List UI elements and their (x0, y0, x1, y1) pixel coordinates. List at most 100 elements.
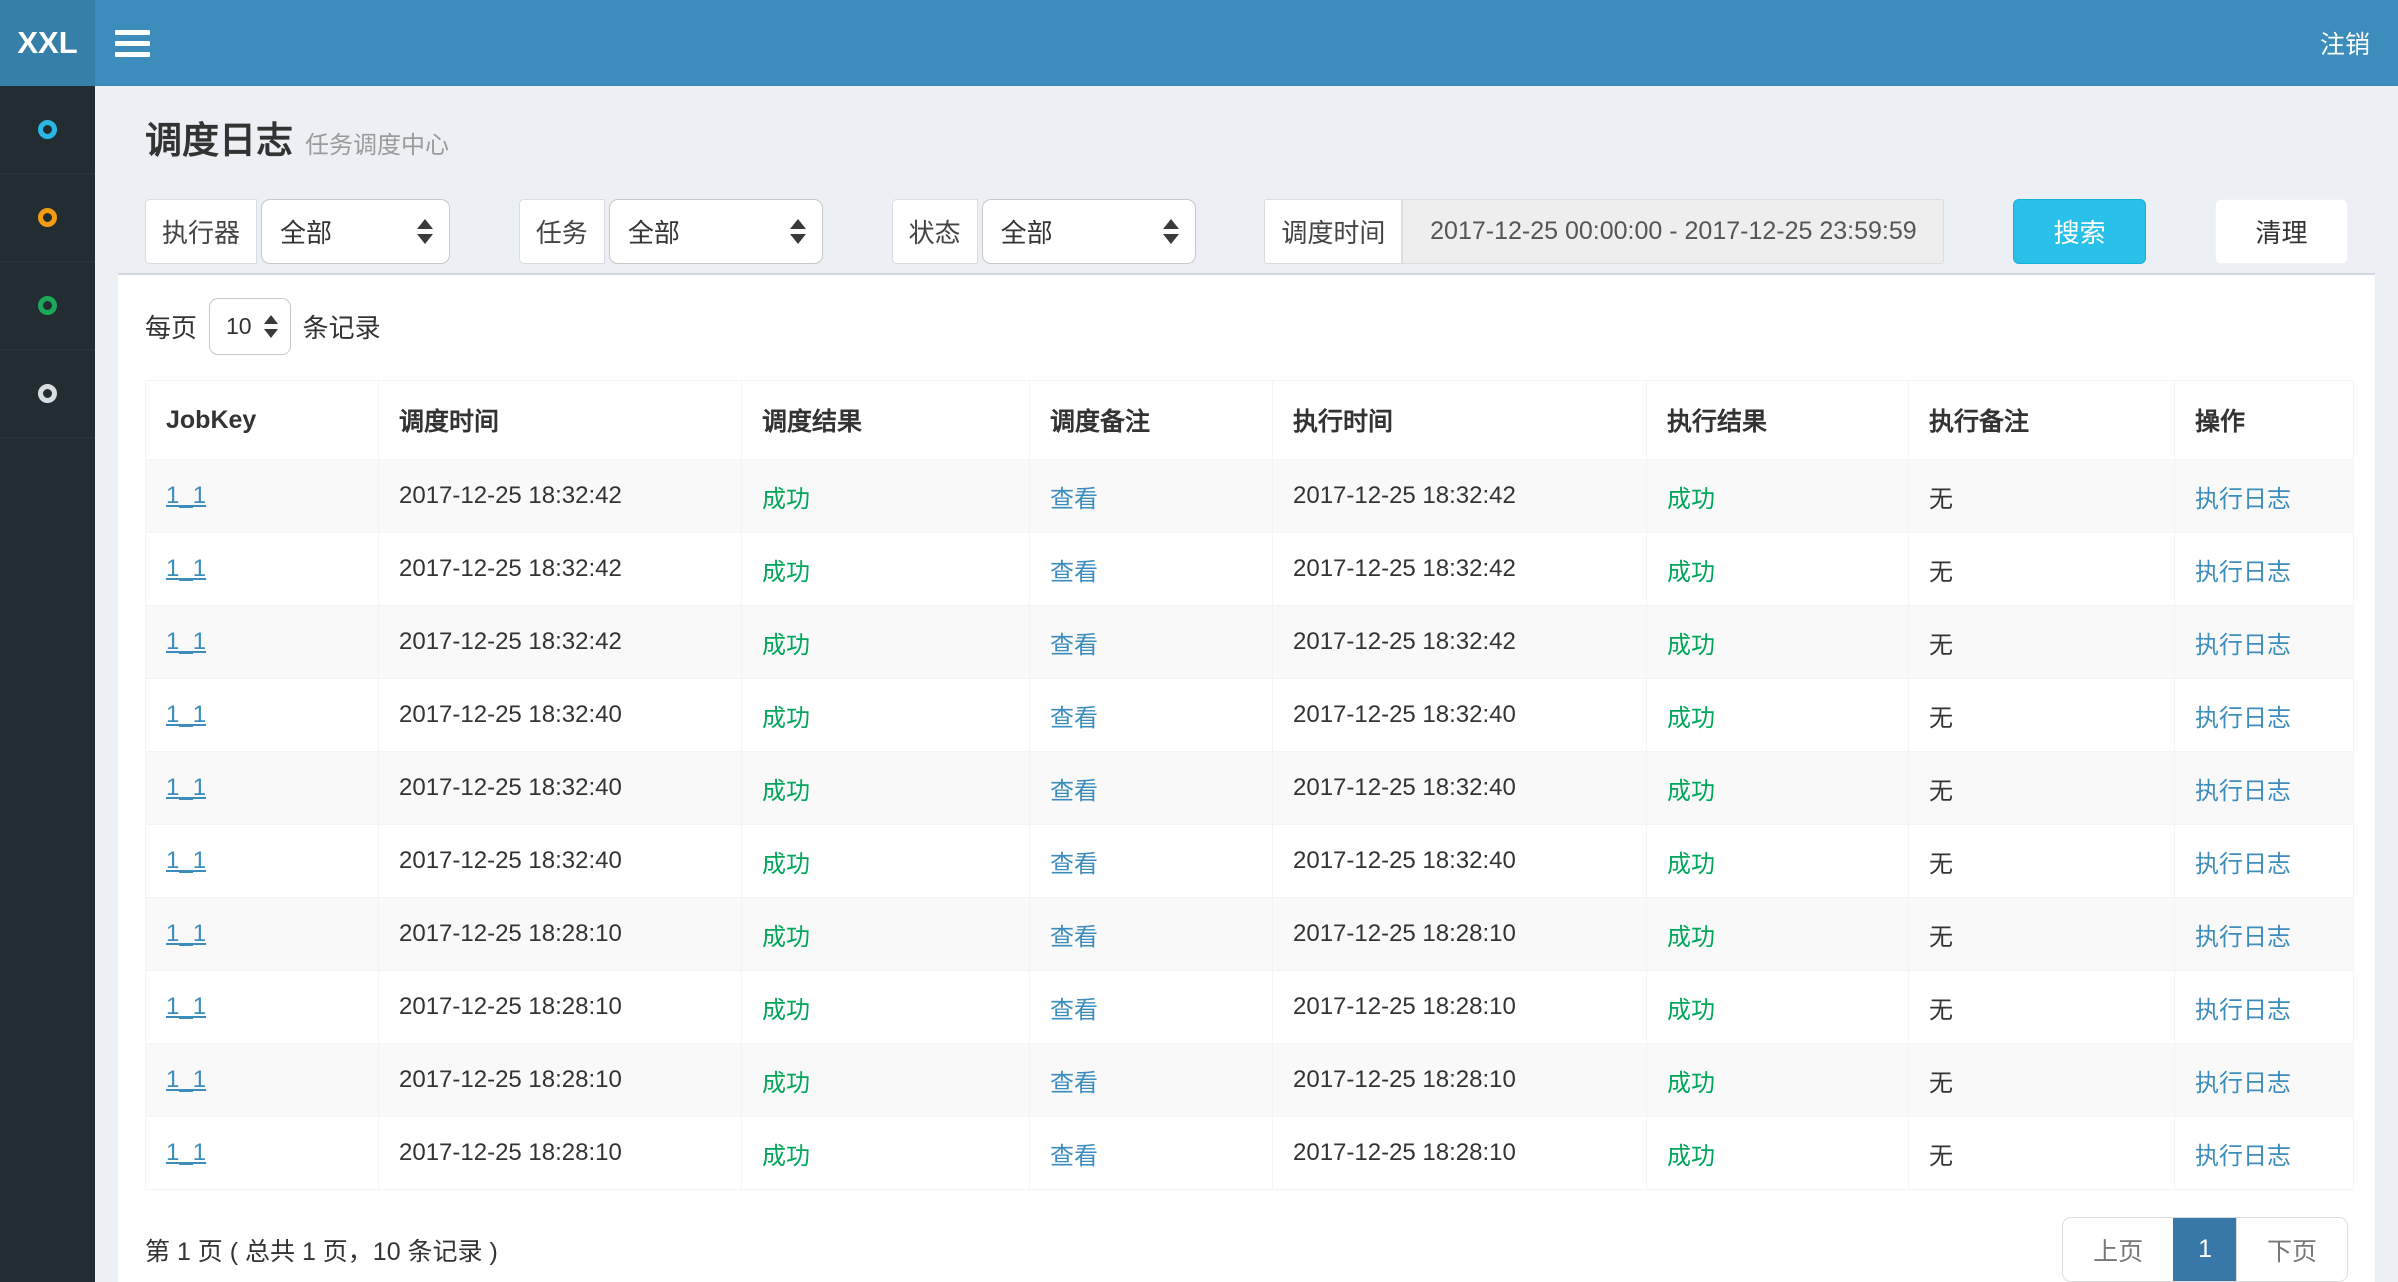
trigger-msg-link[interactable]: 查看 (1050, 1143, 1098, 1170)
handle-result-cell: 成功 (1647, 679, 1909, 752)
handle-result-cell: 成功 (1647, 825, 1909, 898)
status-select[interactable]: 全部 (982, 199, 1196, 264)
jobkey-link[interactable]: 1_1 (166, 847, 206, 874)
search-button[interactable]: 搜索 (2013, 199, 2146, 264)
executor-filter-label: 执行器 (145, 199, 257, 264)
trigger-msg-link[interactable]: 查看 (1050, 632, 1098, 659)
circle-o-icon (38, 384, 57, 403)
jobkey-link[interactable]: 1_1 (166, 701, 206, 728)
trigger-msg-link[interactable]: 查看 (1050, 924, 1098, 951)
exec-log-link[interactable]: 执行日志 (2195, 924, 2291, 951)
page-size-select[interactable]: 10 (209, 298, 291, 355)
menu-toggle-button[interactable] (113, 13, 173, 73)
pagination-summary: 第 1 页 ( 总共 1 页，10 条记录 ) (145, 1232, 498, 1268)
content-area: 调度日志任务调度中心 执行器 全部 任务 全部 状态 (95, 86, 2398, 1282)
jobkey-link[interactable]: 1_1 (166, 555, 206, 582)
col-handle-time: 执行时间 (1273, 381, 1647, 460)
trigger-time-cell: 2017-12-25 18:32:40 (379, 825, 742, 898)
trigger-msg-link[interactable]: 查看 (1050, 1070, 1098, 1097)
sidebar-item-job-manage[interactable] (0, 174, 95, 262)
exec-log-link[interactable]: 执行日志 (2195, 997, 2291, 1024)
jobkey-link[interactable]: 1_1 (166, 628, 206, 655)
handle-time-cell: 2017-12-25 18:32:42 (1273, 606, 1647, 679)
trigger-time-cell: 2017-12-25 18:32:42 (379, 606, 742, 679)
table-row: 1_1 2017-12-25 18:32:42 成功 查看 2017-12-25… (146, 533, 2354, 606)
trigger-msg-link[interactable]: 查看 (1050, 778, 1098, 805)
job-filter: 任务 全部 (519, 199, 823, 264)
job-select[interactable]: 全部 (609, 199, 823, 264)
jobkey-link[interactable]: 1_1 (166, 1066, 206, 1093)
exec-log-link[interactable]: 执行日志 (2195, 559, 2291, 586)
select-arrow-icon (790, 219, 806, 244)
trigger-msg-link[interactable]: 查看 (1050, 997, 1098, 1024)
app-logo[interactable]: XXL (0, 0, 95, 86)
executor-select[interactable]: 全部 (261, 199, 450, 264)
handle-msg-cell: 无 (1909, 898, 2175, 971)
circle-o-icon (38, 120, 57, 139)
handle-msg-cell: 无 (1909, 1117, 2175, 1190)
handle-msg-cell: 无 (1909, 533, 2175, 606)
next-page-button[interactable]: 下页 (2236, 1218, 2347, 1281)
clean-button[interactable]: 清理 (2215, 199, 2348, 264)
trigger-msg-link[interactable]: 查看 (1050, 851, 1098, 878)
trigger-msg-link[interactable]: 查看 (1050, 486, 1098, 513)
sidebar-item-executor-manage[interactable] (0, 350, 95, 438)
jobkey-link[interactable]: 1_1 (166, 1139, 206, 1166)
handle-result-cell: 成功 (1647, 606, 1909, 679)
handle-time-cell: 2017-12-25 18:28:10 (1273, 898, 1647, 971)
trigger-time-cell: 2017-12-25 18:32:42 (379, 533, 742, 606)
exec-log-link[interactable]: 执行日志 (2195, 1070, 2291, 1097)
col-jobkey: JobKey (146, 381, 379, 460)
table-row: 1_1 2017-12-25 18:28:10 成功 查看 2017-12-25… (146, 1044, 2354, 1117)
exec-log-link[interactable]: 执行日志 (2195, 632, 2291, 659)
pagination: 上页 1 下页 (2062, 1217, 2348, 1282)
handle-result-cell: 成功 (1647, 1117, 1909, 1190)
jobkey-link[interactable]: 1_1 (166, 920, 206, 947)
content-header: 调度日志任务调度中心 (118, 86, 2375, 199)
table-row: 1_1 2017-12-25 18:32:42 成功 查看 2017-12-25… (146, 606, 2354, 679)
exec-log-link[interactable]: 执行日志 (2195, 1143, 2291, 1170)
select-arrow-icon (264, 315, 278, 338)
handle-time-cell: 2017-12-25 18:28:10 (1273, 1117, 1647, 1190)
logout-link[interactable]: 注销 (2292, 0, 2398, 86)
trigger-time-cell: 2017-12-25 18:32:40 (379, 752, 742, 825)
table-row: 1_1 2017-12-25 18:28:10 成功 查看 2017-12-25… (146, 898, 2354, 971)
exec-log-link[interactable]: 执行日志 (2195, 705, 2291, 732)
jobkey-link[interactable]: 1_1 (166, 482, 206, 509)
current-page-button[interactable]: 1 (2173, 1218, 2236, 1281)
handle-msg-cell: 无 (1909, 606, 2175, 679)
jobkey-link[interactable]: 1_1 (166, 993, 206, 1020)
sidebar-item-dashboard[interactable] (0, 86, 95, 174)
exec-log-link[interactable]: 执行日志 (2195, 851, 2291, 878)
navbar: 注销 (95, 0, 2398, 86)
trigger-time-cell: 2017-12-25 18:28:10 (379, 898, 742, 971)
table-footer: 第 1 页 ( 总共 1 页，10 条记录 ) 上页 1 下页 (145, 1217, 2348, 1282)
jobkey-link[interactable]: 1_1 (166, 774, 206, 801)
page-title: 调度日志 (145, 110, 293, 164)
trigger-time-filter: 调度时间 (1264, 199, 1944, 264)
trigger-result-cell: 成功 (742, 460, 1030, 533)
circle-o-icon (38, 208, 57, 227)
col-trigger-result: 调度结果 (742, 381, 1030, 460)
prev-page-button[interactable]: 上页 (2063, 1218, 2173, 1281)
sidebar-item-job-log[interactable] (0, 262, 95, 350)
trigger-result-cell: 成功 (742, 752, 1030, 825)
trigger-msg-link[interactable]: 查看 (1050, 559, 1098, 586)
handle-time-cell: 2017-12-25 18:32:42 (1273, 460, 1647, 533)
trigger-result-cell: 成功 (742, 825, 1030, 898)
trigger-result-cell: 成功 (742, 971, 1030, 1044)
handle-msg-cell: 无 (1909, 752, 2175, 825)
handle-time-cell: 2017-12-25 18:32:40 (1273, 825, 1647, 898)
log-table-panel: 每页 10 条记录 JobKey 调度时间 调度结果 调度备 (118, 273, 2375, 1282)
exec-log-link[interactable]: 执行日志 (2195, 486, 2291, 513)
trigger-time-filter-label: 调度时间 (1264, 199, 1402, 264)
table-row: 1_1 2017-12-25 18:28:10 成功 查看 2017-12-25… (146, 971, 2354, 1044)
page-size-control: 每页 10 条记录 (145, 298, 2348, 355)
exec-log-link[interactable]: 执行日志 (2195, 778, 2291, 805)
trigger-time-range-input[interactable] (1402, 199, 1944, 264)
sidebar (0, 86, 95, 1282)
trigger-msg-link[interactable]: 查看 (1050, 705, 1098, 732)
trigger-result-cell: 成功 (742, 533, 1030, 606)
select-arrow-icon (1163, 219, 1179, 244)
handle-result-cell: 成功 (1647, 752, 1909, 825)
